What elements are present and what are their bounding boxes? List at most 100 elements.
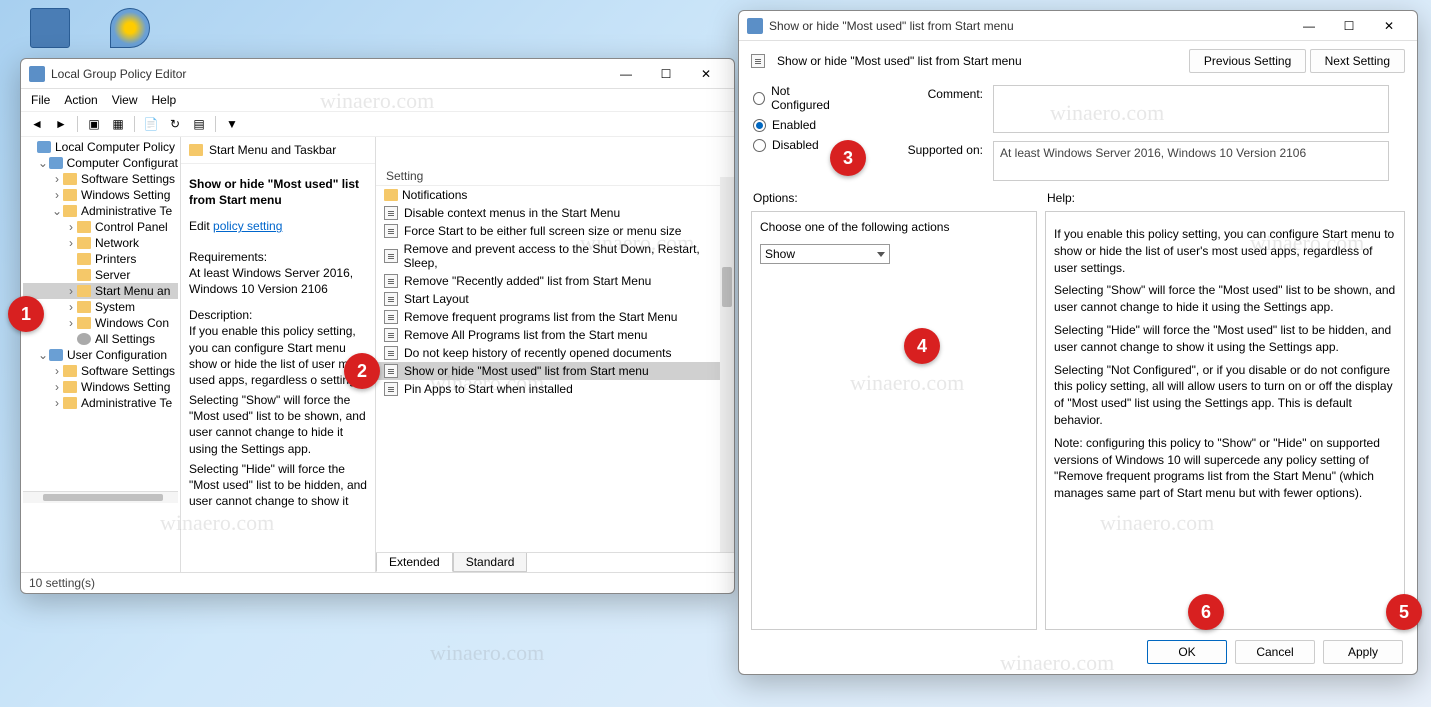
tree-server[interactable]: Server xyxy=(23,267,178,283)
list-item[interactable]: Start Layout xyxy=(376,290,734,308)
policy-icon xyxy=(747,18,763,34)
gpedit-title: Local Group Policy Editor xyxy=(51,67,606,81)
menu-help[interactable]: Help xyxy=(152,93,177,107)
list-item-selected[interactable]: Show or hide "Most used" list from Start… xyxy=(376,362,734,380)
tree-computer-config[interactable]: ⌄Computer Configurat xyxy=(23,155,178,171)
folder-icon xyxy=(77,221,91,233)
list-item[interactable]: Pin Apps to Start when installed xyxy=(376,380,734,398)
list-item[interactable]: Notifications xyxy=(376,186,734,204)
tree-network[interactable]: ›Network xyxy=(23,235,178,251)
export-button[interactable]: 📄 xyxy=(141,115,161,133)
forward-button[interactable]: ► xyxy=(51,115,71,133)
back-button[interactable]: ◄ xyxy=(27,115,47,133)
tree-start-menu[interactable]: ›Start Menu an xyxy=(23,283,178,299)
help-panel: If you enable this policy setting, you c… xyxy=(1045,211,1405,630)
minimize-button[interactable]: — xyxy=(606,62,646,86)
desktop-app-icon[interactable] xyxy=(30,8,70,48)
edit-policy-link[interactable]: policy setting xyxy=(213,219,282,233)
comment-label: Comment: xyxy=(873,85,983,133)
tree-software-settings-2[interactable]: ›Software Settings xyxy=(23,363,178,379)
policy-icon xyxy=(384,224,398,238)
requirements-text: At least Windows Server 2016, Windows 10… xyxy=(189,266,353,296)
cancel-button[interactable]: Cancel xyxy=(1235,640,1315,664)
help-text: If you enable this policy setting, you c… xyxy=(1054,226,1396,276)
tab-standard[interactable]: Standard xyxy=(453,553,528,572)
folder-icon xyxy=(63,205,77,217)
close-button[interactable]: ✕ xyxy=(1369,14,1409,38)
list-item[interactable]: Force Start to be either full screen siz… xyxy=(376,222,734,240)
tab-extended[interactable]: Extended xyxy=(376,553,453,572)
folder-icon xyxy=(77,285,91,297)
show-hide-tree-button[interactable]: ▦ xyxy=(108,115,128,133)
description-text-3: Selecting "Hide" will force the "Most us… xyxy=(189,461,367,510)
list-item[interactable]: Do not keep history of recently opened d… xyxy=(376,344,734,362)
menu-action[interactable]: Action xyxy=(64,93,97,107)
maximize-button[interactable]: ☐ xyxy=(646,62,686,86)
desktop-magnifier-icon[interactable] xyxy=(110,8,150,48)
list-vertical-scrollbar[interactable] xyxy=(720,177,734,552)
radio-not-configured[interactable]: Not Configured xyxy=(739,81,859,115)
help-text: Selecting "Hide" will force the "Most us… xyxy=(1054,322,1396,356)
policy-heading: Show or hide "Most used" list from Start… xyxy=(777,54,1022,68)
policy-icon xyxy=(384,328,398,342)
callout-2: 2 xyxy=(344,353,380,389)
apply-button[interactable]: Apply xyxy=(1323,640,1403,664)
gpedit-toolbar: ◄ ► ▣ ▦ 📄 ↻ ▤ ▼ xyxy=(21,112,734,137)
close-button[interactable]: ✕ xyxy=(686,62,726,86)
options-panel: Choose one of the following actions Show xyxy=(751,211,1037,630)
menu-view[interactable]: View xyxy=(112,93,138,107)
menu-file[interactable]: File xyxy=(31,93,50,107)
tree-horizontal-scrollbar[interactable] xyxy=(43,494,163,501)
supported-label: Supported on: xyxy=(873,141,983,181)
tree-admin-templates-2[interactable]: ›Administrative Te xyxy=(23,395,178,411)
tree-system[interactable]: ›System xyxy=(23,299,178,315)
minimize-button[interactable]: — xyxy=(1289,14,1329,38)
folder-icon xyxy=(77,237,91,249)
ok-button[interactable]: OK xyxy=(1147,640,1227,664)
previous-setting-button[interactable]: Previous Setting xyxy=(1189,49,1306,73)
folder-icon xyxy=(63,381,77,393)
dialog-title: Show or hide "Most used" list from Start… xyxy=(769,19,1289,33)
description-text-2: Selecting "Show" will force the "Most us… xyxy=(189,392,367,457)
user-icon xyxy=(49,349,63,361)
tree-windows-components[interactable]: ›Windows Con xyxy=(23,315,178,331)
policy-icon xyxy=(384,364,398,378)
policy-icon xyxy=(751,54,765,68)
tree-user-config[interactable]: ⌄User Configuration xyxy=(23,347,178,363)
policy-icon xyxy=(384,274,398,288)
next-setting-button[interactable]: Next Setting xyxy=(1310,49,1405,73)
list-item[interactable]: Remove All Programs list from the Start … xyxy=(376,326,734,344)
tree-windows-settings-2[interactable]: ›Windows Setting xyxy=(23,379,178,395)
folder-icon xyxy=(77,301,91,313)
list-item[interactable]: Remove "Recently added" list from Start … xyxy=(376,272,734,290)
gpedit-tree[interactable]: Local Computer Policy ⌄Computer Configur… xyxy=(21,137,181,572)
gpedit-window: Local Group Policy Editor — ☐ ✕ File Act… xyxy=(20,58,735,594)
list-item[interactable]: Remove and prevent access to the Shut Do… xyxy=(376,240,734,272)
comment-textarea[interactable] xyxy=(993,85,1389,133)
folder-icon xyxy=(189,144,203,156)
filter-button[interactable]: ▼ xyxy=(222,115,242,133)
maximize-button[interactable]: ☐ xyxy=(1329,14,1369,38)
status-bar: 10 setting(s) xyxy=(21,572,734,593)
list-item[interactable]: Disable context menus in the Start Menu xyxy=(376,204,734,222)
refresh-button[interactable]: ↻ xyxy=(165,115,185,133)
up-button[interactable]: ▣ xyxy=(84,115,104,133)
tree-admin-templates[interactable]: ⌄Administrative Te xyxy=(23,203,178,219)
dialog-titlebar[interactable]: Show or hide "Most used" list from Start… xyxy=(739,11,1417,41)
tree-printers[interactable]: Printers xyxy=(23,251,178,267)
tree-software-settings[interactable]: ›Software Settings xyxy=(23,171,178,187)
action-select[interactable]: Show xyxy=(760,244,890,264)
list-item[interactable]: Remove frequent programs list from the S… xyxy=(376,308,734,326)
properties-button[interactable]: ▤ xyxy=(189,115,209,133)
radio-enabled[interactable]: Enabled xyxy=(739,115,859,135)
tree-root[interactable]: Local Computer Policy xyxy=(23,139,178,155)
folder-icon xyxy=(77,317,91,329)
tree-windows-settings[interactable]: ›Windows Setting xyxy=(23,187,178,203)
options-label: Options: xyxy=(751,185,1037,211)
column-header-setting[interactable]: Setting xyxy=(376,167,734,186)
gpedit-titlebar[interactable]: Local Group Policy Editor — ☐ ✕ xyxy=(21,59,734,89)
tree-all-settings[interactable]: All Settings xyxy=(23,331,178,347)
tree-control-panel[interactable]: ›Control Panel xyxy=(23,219,178,235)
folder-icon xyxy=(63,365,77,377)
help-label: Help: xyxy=(1045,185,1405,211)
